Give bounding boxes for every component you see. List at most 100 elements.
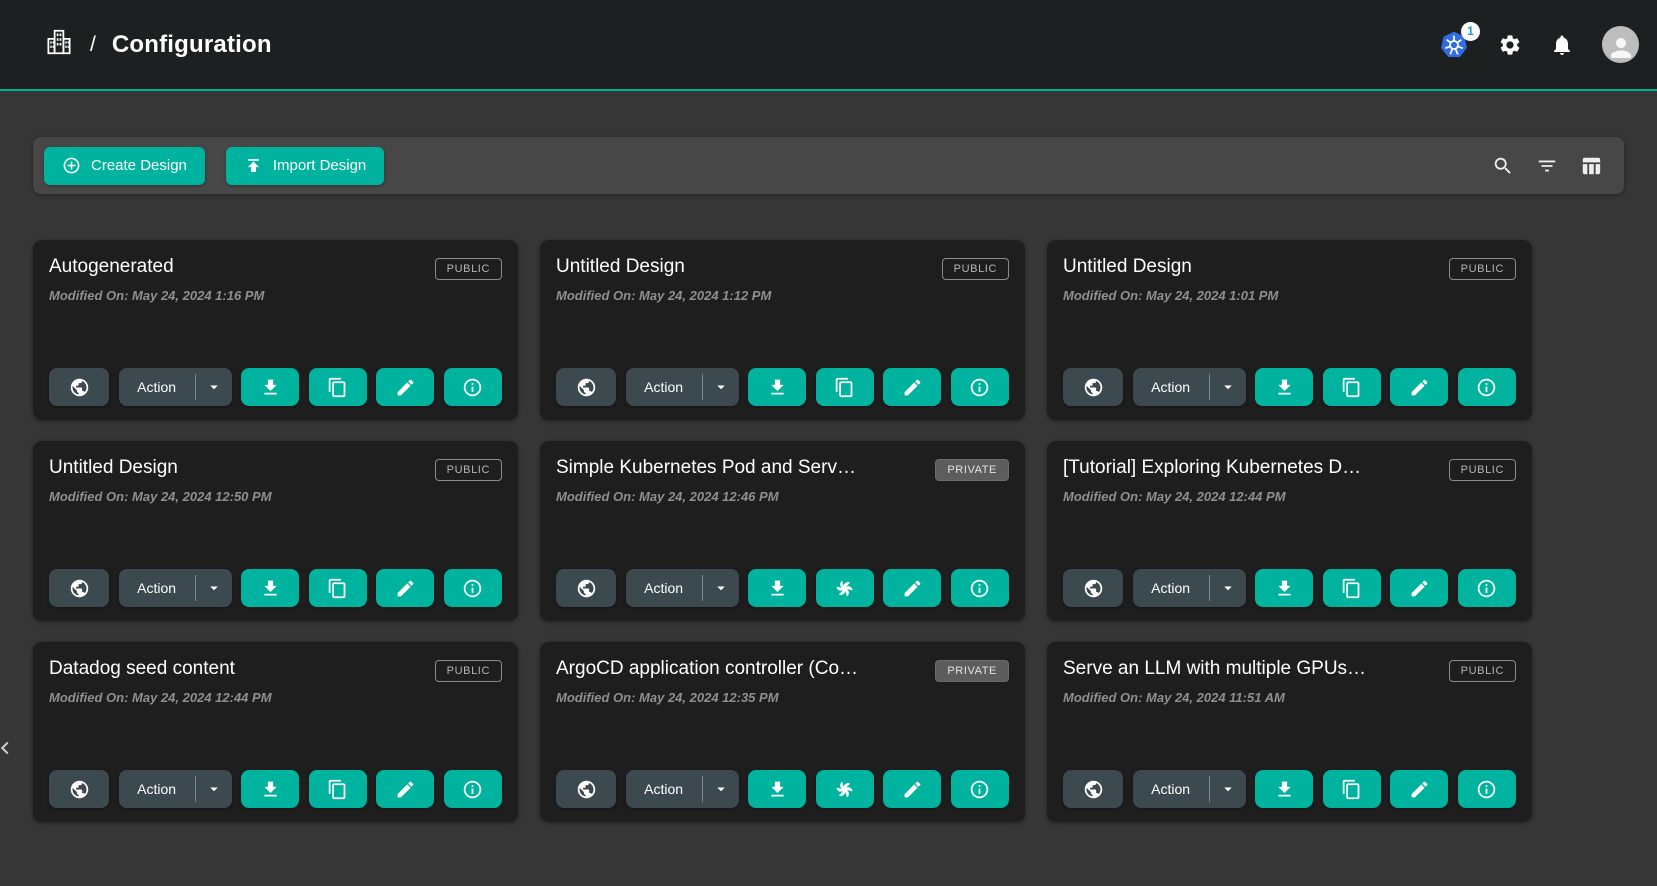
clone-button[interactable] <box>1323 770 1381 808</box>
clone-button[interactable] <box>309 368 367 406</box>
action-button[interactable]: Action <box>119 368 195 406</box>
download-button[interactable] <box>241 569 299 607</box>
globe-icon <box>69 578 90 599</box>
info-button[interactable] <box>444 770 502 808</box>
card-action-bar: Action <box>49 569 502 607</box>
action-button[interactable]: Action <box>1133 770 1209 808</box>
avatar[interactable] <box>1602 26 1639 63</box>
clone-button[interactable] <box>309 770 367 808</box>
visibility-globe-button[interactable] <box>1063 569 1123 607</box>
plus-circle-icon <box>62 156 81 175</box>
action-split-button: Action <box>119 569 232 607</box>
action-dropdown-toggle[interactable] <box>703 569 739 607</box>
action-split-button: Action <box>119 368 232 406</box>
gear-icon[interactable] <box>1498 33 1522 57</box>
context-count-badge: 1 <box>1461 22 1480 41</box>
edit-button[interactable] <box>376 569 434 607</box>
action-button-label: Action <box>644 781 683 797</box>
download-button[interactable] <box>748 569 806 607</box>
visibility-globe-button[interactable] <box>49 368 109 406</box>
search-icon[interactable] <box>1492 155 1514 177</box>
visibility-badge: PUBLIC <box>942 258 1009 280</box>
visibility-globe-button[interactable] <box>556 368 616 406</box>
action-dropdown-toggle[interactable] <box>196 368 232 406</box>
edit-button[interactable] <box>1390 368 1448 406</box>
design-card: Untitled Design PUBLIC Modified On: May … <box>33 441 518 621</box>
breadcrumb: / Configuration <box>44 27 272 62</box>
action-button[interactable]: Action <box>1133 569 1209 607</box>
info-icon <box>969 779 990 800</box>
clone-button[interactable] <box>816 368 874 406</box>
toolbar-view-controls <box>1492 155 1602 177</box>
download-button[interactable] <box>241 770 299 808</box>
import-design-button[interactable]: Import Design <box>226 147 384 185</box>
info-icon <box>969 377 990 398</box>
edit-button[interactable] <box>883 569 941 607</box>
action-dropdown-toggle[interactable] <box>703 368 739 406</box>
clone-button[interactable] <box>1323 368 1381 406</box>
chevron-down-icon <box>1219 780 1237 798</box>
visibility-globe-button[interactable] <box>1063 368 1123 406</box>
edit-button[interactable] <box>883 368 941 406</box>
kanvas-swirl-button[interactable] <box>816 770 874 808</box>
action-dropdown-toggle[interactable] <box>1210 368 1246 406</box>
visibility-globe-button[interactable] <box>1063 770 1123 808</box>
bell-icon[interactable] <box>1550 33 1574 57</box>
action-dropdown-toggle[interactable] <box>196 770 232 808</box>
building-icon[interactable] <box>44 27 74 62</box>
action-dropdown-toggle[interactable] <box>1210 569 1246 607</box>
info-icon <box>1476 377 1497 398</box>
visibility-globe-button[interactable] <box>49 569 109 607</box>
edit-button[interactable] <box>883 770 941 808</box>
download-button[interactable] <box>748 770 806 808</box>
action-button[interactable]: Action <box>626 569 702 607</box>
kubernetes-context-icon[interactable]: 1 <box>1438 29 1470 61</box>
info-button[interactable] <box>444 569 502 607</box>
create-design-button[interactable]: Create Design <box>44 147 205 185</box>
filter-icon[interactable] <box>1536 155 1558 177</box>
action-dropdown-toggle[interactable] <box>196 569 232 607</box>
card-action-bar: Action <box>556 569 1009 607</box>
info-button[interactable] <box>1458 569 1516 607</box>
chevron-down-icon <box>712 780 730 798</box>
edit-button[interactable] <box>376 368 434 406</box>
download-button[interactable] <box>748 368 806 406</box>
kanvas-swirl-button[interactable] <box>816 569 874 607</box>
info-button[interactable] <box>951 368 1009 406</box>
download-button[interactable] <box>1255 569 1313 607</box>
action-button-label: Action <box>1151 580 1190 596</box>
table-view-icon[interactable] <box>1580 155 1602 177</box>
chevron-down-icon <box>205 378 223 396</box>
clone-button[interactable] <box>1323 569 1381 607</box>
download-button[interactable] <box>241 368 299 406</box>
info-button[interactable] <box>1458 368 1516 406</box>
action-button[interactable]: Action <box>1133 368 1209 406</box>
visibility-badge: PUBLIC <box>1449 258 1516 280</box>
action-button[interactable]: Action <box>119 569 195 607</box>
action-button[interactable]: Action <box>626 770 702 808</box>
edit-button[interactable] <box>1390 569 1448 607</box>
info-button[interactable] <box>444 368 502 406</box>
visibility-globe-button[interactable] <box>556 569 616 607</box>
info-icon <box>969 578 990 599</box>
action-button-label: Action <box>137 781 176 797</box>
info-button[interactable] <box>1458 770 1516 808</box>
edit-button[interactable] <box>376 770 434 808</box>
action-dropdown-toggle[interactable] <box>1210 770 1246 808</box>
action-button[interactable]: Action <box>626 368 702 406</box>
visibility-globe-button[interactable] <box>556 770 616 808</box>
card-action-bar: Action <box>1063 569 1516 607</box>
download-button[interactable] <box>1255 368 1313 406</box>
info-button[interactable] <box>951 569 1009 607</box>
pencil-icon <box>395 377 416 398</box>
action-dropdown-toggle[interactable] <box>703 770 739 808</box>
info-button[interactable] <box>951 770 1009 808</box>
action-button-label: Action <box>1151 781 1190 797</box>
design-card: Simple Kubernetes Pod and Serv… PRIVATE … <box>540 441 1025 621</box>
download-button[interactable] <box>1255 770 1313 808</box>
drawer-collapse-chevron[interactable] <box>0 733 18 763</box>
clone-button[interactable] <box>309 569 367 607</box>
action-button[interactable]: Action <box>119 770 195 808</box>
visibility-globe-button[interactable] <box>49 770 109 808</box>
edit-button[interactable] <box>1390 770 1448 808</box>
